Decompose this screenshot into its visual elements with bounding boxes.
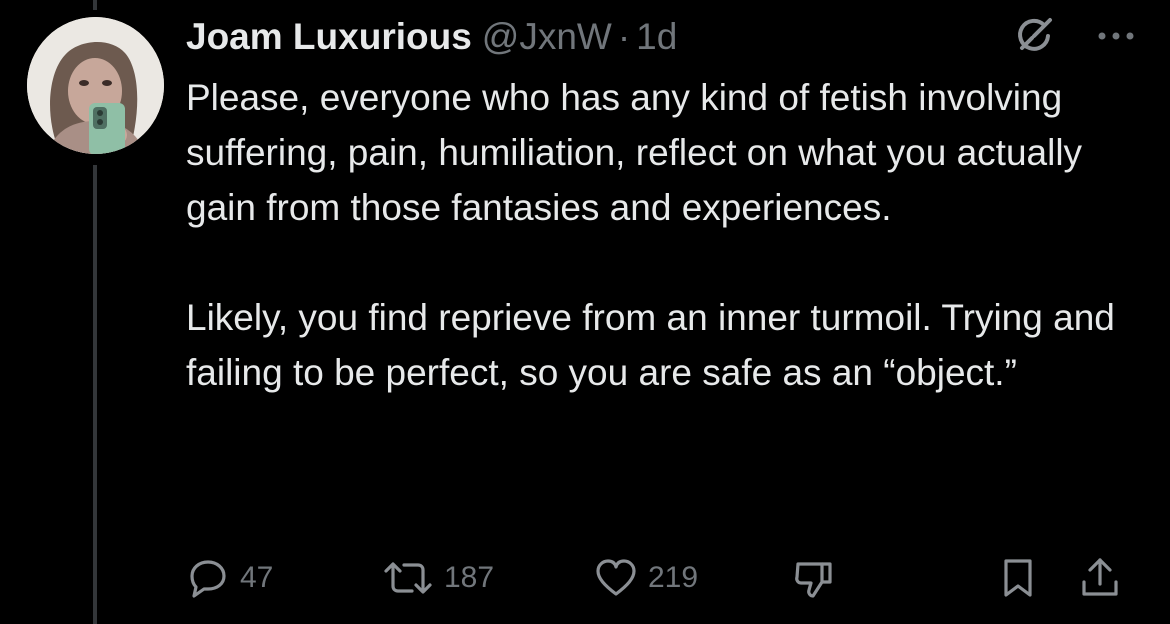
more-options-icon[interactable] (1092, 24, 1140, 48)
dislike-button[interactable] (792, 556, 836, 600)
reply-button[interactable]: 47 (186, 556, 273, 600)
repost-button[interactable]: 187 (382, 556, 494, 600)
thread-line-top (93, 0, 97, 10)
tweet-header: Joam Luxurious @JxnW · 1d (186, 12, 677, 62)
action-bar: 47 187 219 (0, 548, 1170, 608)
author-name[interactable]: Joam Luxurious (186, 12, 472, 62)
bookmark-icon (996, 556, 1040, 600)
reply-count: 47 (240, 561, 274, 594)
reply-icon (186, 556, 230, 600)
author-handle[interactable]: @JxnW (482, 12, 612, 62)
share-button[interactable] (1078, 556, 1122, 600)
like-count: 219 (648, 561, 699, 594)
like-button[interactable]: 219 (594, 556, 698, 600)
thumbs-down-icon (792, 556, 836, 600)
repost-icon (382, 556, 434, 600)
timestamp[interactable]: 1d (636, 12, 677, 62)
separator-dot: · (617, 16, 631, 57)
bookmark-button[interactable] (996, 556, 1040, 600)
share-icon (1078, 556, 1122, 600)
tweet[interactable]: Joam Luxurious @JxnW · 1d Please, everyo… (0, 0, 1170, 624)
heart-icon (594, 556, 638, 600)
avatar[interactable] (27, 17, 164, 154)
grok-icon[interactable] (1012, 14, 1056, 58)
tweet-text: Please, everyone who has any kind of fet… (186, 77, 1115, 393)
repost-count: 187 (444, 561, 495, 594)
